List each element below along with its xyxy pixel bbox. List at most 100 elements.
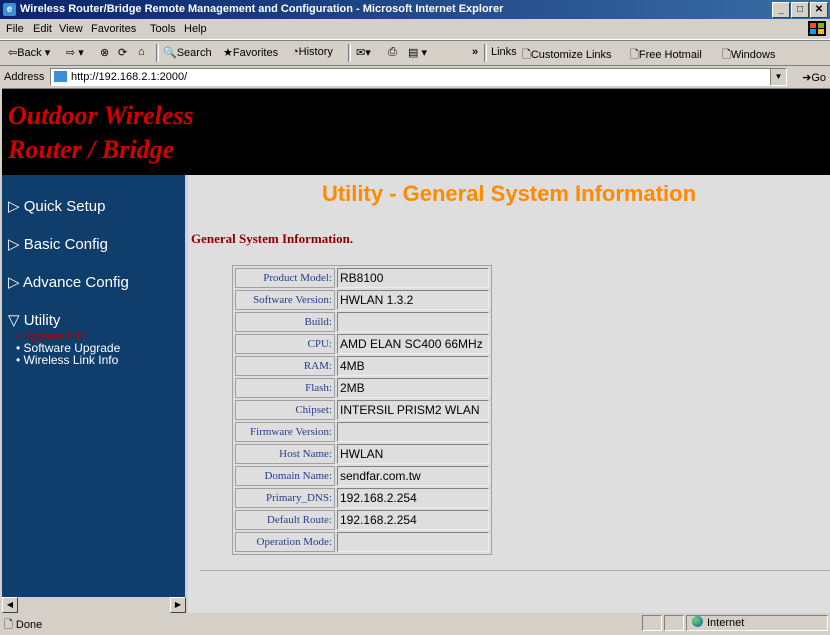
search-icon: 🔍 <box>163 47 177 59</box>
triangle-down-icon: ▽ <box>8 312 20 329</box>
table-row: Chipset: INTERSIL PRISM2 WLAN <box>235 400 489 420</box>
internet-zone-label: Internet <box>707 617 745 629</box>
main-panel: Utility - General System Information Gen… <box>188 175 830 613</box>
sidebar-subitem-wireless-link-info[interactable]: • Wireless Link Info <box>16 354 118 366</box>
page-title: Utility - General System Information <box>321 181 697 206</box>
favorites-label: Favorites <box>232 47 279 59</box>
address-dropdown-icon[interactable]: ▼ <box>770 69 786 85</box>
sidebar-horizontal-scrollbar[interactable]: ◀ ▶ <box>2 597 188 613</box>
table-row: Host Name: HWLAN <box>235 444 489 464</box>
globe-icon <box>692 616 703 627</box>
menu-view[interactable]: View <box>59 23 83 35</box>
info-value: HWLAN <box>337 444 489 464</box>
search-label: Search <box>176 47 212 59</box>
info-label: Primary_DNS: <box>235 488 335 508</box>
sidebar-item-label: Advance Config <box>22 274 129 291</box>
info-value <box>337 532 489 552</box>
info-value: 192.168.2.254 <box>337 488 489 508</box>
menu-file[interactable]: File <box>6 23 24 35</box>
menu-tools[interactable]: Tools <box>150 23 176 35</box>
stop-button[interactable]: ⊗ <box>100 46 109 59</box>
info-label: Product Model: <box>235 268 335 288</box>
link-hotmail[interactable]: 🗋Free Hotmail <box>630 46 702 65</box>
edit-button[interactable]: ▤ ▾ <box>408 46 427 59</box>
page-icon: 🗋 <box>630 49 639 61</box>
minimize-button[interactable]: _ <box>772 2 790 18</box>
page-icon: 🗋 <box>522 49 531 61</box>
windows-logo-icon <box>808 21 826 36</box>
status-text: 🗋 Done <box>4 616 42 635</box>
toolbar-separator <box>348 44 351 62</box>
refresh-button[interactable]: ⟳ <box>118 46 127 59</box>
scroll-right-icon[interactable]: ▶ <box>170 597 186 613</box>
back-button[interactable]: ⇦Back ▾ <box>8 46 50 59</box>
link-windows[interactable]: 🗋Windows <box>722 46 775 65</box>
info-label: Firmware Version: <box>235 422 335 442</box>
sidebar-subitem-label: Wireless Link Info <box>23 353 119 367</box>
ie-icon: e <box>3 3 16 16</box>
window-titlebar: e Wireless Router/Bridge Remote Manageme… <box>0 0 830 19</box>
address-url: http://192.168.2.1:2000/ <box>71 71 188 83</box>
info-label: Software Version: <box>235 290 335 310</box>
menu-bar: File Edit View Favorites Tools Help <box>0 19 830 40</box>
status-cell <box>642 615 662 631</box>
info-value: AMD ELAN SC400 66MHz <box>337 334 489 354</box>
info-value <box>337 422 489 442</box>
info-value: sendfar.com.tw <box>337 466 489 486</box>
table-row: Firmware Version: <box>235 422 489 442</box>
system-info-table: Product Model: RB8100 Software Version: HW… <box>232 265 492 555</box>
divider <box>200 570 830 571</box>
page-icon: 🗋 <box>4 619 13 631</box>
sidebar-item-basic-config[interactable]: ▷ Basic Config <box>8 235 108 253</box>
address-bar: Address http://192.168.2.1:2000/ ▼ ➜Go <box>0 65 830 88</box>
home-button[interactable]: ⌂ <box>138 46 145 58</box>
sidebar-item-utility[interactable]: ▽ Utility <box>8 311 60 329</box>
triangle-right-icon: ▷ <box>8 236 20 253</box>
page-icon: 🗋 <box>722 49 731 61</box>
close-button[interactable]: ✕ <box>810 2 828 18</box>
table-row: Build: <box>235 312 489 332</box>
menu-favorites[interactable]: Favorites <box>91 23 136 35</box>
section-subtitle: General System Information. <box>191 231 354 246</box>
info-label: Build: <box>235 312 335 332</box>
window-controls: _ □ ✕ <box>771 2 828 18</box>
sidebar-item-advance-config[interactable]: ▷ Advance Config <box>8 273 129 291</box>
print-button[interactable]: ⎙ <box>388 46 397 59</box>
info-value: RB8100 <box>337 268 489 288</box>
history-label: History <box>298 46 333 58</box>
toolbar-separator <box>484 44 487 62</box>
info-label: Domain Name: <box>235 466 335 486</box>
banner-line-1: Outdoor Wireless <box>8 101 194 130</box>
forward-button[interactable]: ⇨ ▾ <box>66 46 84 59</box>
info-value: 192.168.2.254 <box>337 510 489 530</box>
mail-button[interactable]: ✉▾ <box>356 46 371 59</box>
favorites-button[interactable]: ★Favorites <box>223 46 278 59</box>
menu-edit[interactable]: Edit <box>33 23 52 35</box>
go-button[interactable]: ➜Go <box>802 71 826 84</box>
link-hotmail-label: Free Hotmail <box>638 49 702 61</box>
table-row: Product Model: RB8100 <box>235 268 489 288</box>
banner-line-2: Router / Bridge <box>8 135 175 164</box>
history-button[interactable]: ◔History <box>292 46 333 58</box>
triangle-right-icon: ▷ <box>8 198 20 215</box>
link-customize[interactable]: 🗋Customize Links <box>522 46 612 65</box>
toolbar-chevron[interactable]: » <box>472 46 478 58</box>
address-input[interactable]: http://192.168.2.1:2000/ ▼ <box>50 68 787 86</box>
sidebar-item-label: Utility <box>23 312 61 329</box>
history-icon: ◔ <box>292 46 299 58</box>
sidebar-item-quick-setup[interactable]: ▷ Quick Setup <box>8 197 105 215</box>
search-button[interactable]: 🔍Search <box>163 46 212 59</box>
table-row: CPU: AMD ELAN SC400 66MHz <box>235 334 489 354</box>
info-label: Host Name: <box>235 444 335 464</box>
info-label: RAM: <box>235 356 335 376</box>
table-row: Primary_DNS: 192.168.2.254 <box>235 488 489 508</box>
maximize-button[interactable]: □ <box>791 2 809 18</box>
info-label: Default Route: <box>235 510 335 530</box>
info-label: CPU: <box>235 334 335 354</box>
info-value: HWLAN 1.3.2 <box>337 290 489 310</box>
table-row: Operation Mode: <box>235 532 489 552</box>
menu-help[interactable]: Help <box>184 23 207 35</box>
sidebar: ▷ Quick Setup ▷ Basic Config ▷ Advance C… <box>2 175 188 613</box>
scroll-left-icon[interactable]: ◀ <box>2 597 18 613</box>
info-value: 2MB <box>337 378 489 398</box>
